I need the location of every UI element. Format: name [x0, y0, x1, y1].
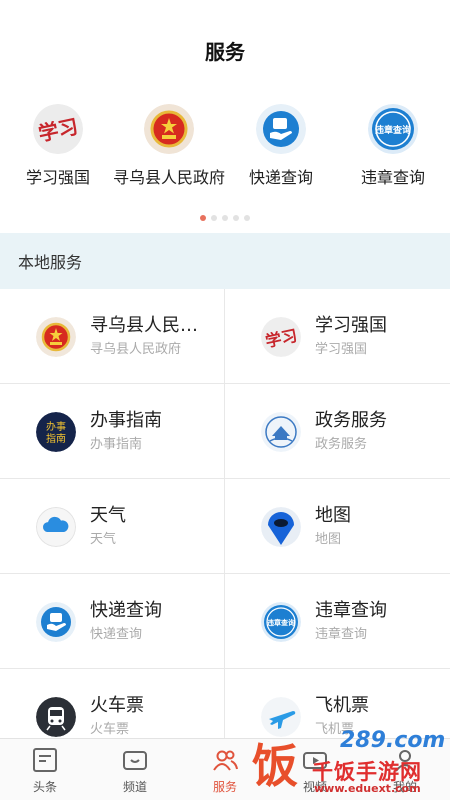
tab-label: 视频 — [302, 780, 327, 794]
service-name: 天气 — [90, 505, 126, 526]
quick-item-label: 学习强国 — [25, 168, 90, 187]
local-services-grid: 寻乌县人民… 寻乌县人民政府 学习 学习强国 学习强国 办事 指南 办事指南 办事指南 … — [0, 289, 450, 764]
tab-channel[interactable]: 频道 — [90, 739, 180, 800]
express-query-icon — [36, 601, 76, 642]
quick-item-violation[interactable]: 违章查询 违章查询 — [338, 104, 448, 201]
quick-item-xuexi[interactable]: 学习 学习强国 — [3, 104, 113, 201]
tab-headline[interactable]: 头条 — [0, 739, 90, 800]
xuexi-qiangguo-icon: 学习 — [33, 104, 83, 154]
svg-text:办事: 办事 — [46, 420, 66, 433]
carousel-dot[interactable] — [244, 215, 250, 221]
service-name: 违章查询 — [315, 600, 387, 621]
service-xuexi[interactable]: 学习 学习强国 学习强国 — [225, 289, 450, 384]
service-map[interactable]: 地图 地图 — [225, 479, 450, 574]
xuexi-qiangguo-icon: 学习 — [261, 316, 301, 357]
national-emblem-icon — [36, 316, 76, 357]
weather-cloud-icon — [36, 506, 76, 547]
bottom-tab-bar: 头条 频道 服务 视频 我的 — [0, 738, 450, 800]
carousel-dot[interactable] — [233, 215, 239, 221]
service-subtitle: 天气 — [90, 532, 117, 547]
tab-label: 频道 — [122, 780, 147, 794]
service-name: 地图 — [315, 505, 351, 526]
service-name: 火车票 — [90, 695, 144, 716]
channel-tv-icon — [120, 745, 150, 775]
service-express[interactable]: 快递查询 快递查询 — [0, 574, 225, 669]
service-xunwu-gov[interactable]: 寻乌县人民… 寻乌县人民政府 — [0, 289, 225, 384]
airplane-icon — [261, 696, 301, 737]
headline-doc-icon — [30, 745, 60, 775]
service-name: 飞机票 — [315, 695, 369, 716]
service-gov-affairs[interactable]: 政务服务 政务服务 — [225, 384, 450, 479]
service-subtitle: 火车票 — [90, 722, 130, 737]
traffic-violation-icon: 违章查询 — [368, 104, 418, 154]
video-icon — [300, 745, 330, 775]
quick-item-label: 寻乌县人民政府 — [113, 168, 226, 187]
svg-text:违章查询: 违章查询 — [267, 618, 295, 627]
tab-label: 我的 — [392, 780, 417, 794]
tab-service[interactable]: 服务 — [180, 739, 270, 800]
service-subtitle: 政务服务 — [315, 437, 368, 452]
service-name: 学习强国 — [315, 315, 387, 336]
service-name: 快递查询 — [90, 600, 162, 621]
carousel-dot[interactable] — [200, 215, 206, 221]
local-services-header: 本地服务 — [0, 233, 450, 289]
page-title: 服务 — [205, 39, 245, 64]
quick-item-xunwu-gov[interactable]: 寻乌县人民政府 — [113, 104, 226, 201]
service-subtitle: 寻乌县人民政府 — [90, 342, 182, 357]
quick-item-label: 快递查询 — [248, 168, 313, 187]
service-subtitle: 违章查询 — [315, 627, 368, 642]
carousel-dot[interactable] — [222, 215, 228, 221]
express-query-icon — [256, 104, 306, 154]
service-subtitle: 快递查询 — [90, 627, 143, 642]
service-subtitle: 地图 — [315, 532, 342, 547]
map-pin-icon — [261, 506, 301, 547]
svg-text:指南: 指南 — [46, 432, 66, 445]
national-emblem-icon — [144, 104, 194, 154]
tab-label: 服务 — [212, 780, 237, 794]
carousel-dot[interactable] — [211, 215, 217, 221]
quick-item-express[interactable]: 快递查询 — [226, 104, 336, 201]
service-name: 寻乌县人民… — [90, 315, 198, 336]
service-people-icon — [210, 745, 240, 775]
tab-label: 头条 — [32, 780, 57, 794]
service-name: 办事指南 — [90, 410, 162, 431]
tab-video[interactable]: 视频 — [270, 739, 360, 800]
quick-item-label: 违章查询 — [360, 168, 425, 187]
service-subtitle: 学习强国 — [315, 342, 368, 357]
svg-text:违章查询: 违章查询 — [375, 124, 411, 136]
traffic-violation-icon: 违章查询 — [261, 601, 301, 642]
service-guide-icon: 办事 指南 — [36, 411, 76, 452]
service-name: 政务服务 — [315, 410, 387, 431]
service-guide[interactable]: 办事 指南 办事指南 办事指南 — [0, 384, 225, 479]
service-subtitle: 办事指南 — [90, 437, 143, 452]
service-violation[interactable]: 违章查询 违章查询 违章查询 — [225, 574, 450, 669]
quick-services-carousel[interactable]: 学习 学习强国 寻乌县人民政府 快递查询 违章查询 违章查询 — [0, 100, 450, 208]
tab-profile[interactable]: 我的 — [360, 739, 450, 800]
profile-icon — [390, 745, 420, 775]
service-subtitle: 飞机票 — [315, 722, 355, 737]
train-icon — [36, 696, 76, 737]
service-weather[interactable]: 天气 天气 — [0, 479, 225, 574]
carousel-pagination — [0, 215, 450, 221]
government-service-icon — [261, 411, 301, 452]
